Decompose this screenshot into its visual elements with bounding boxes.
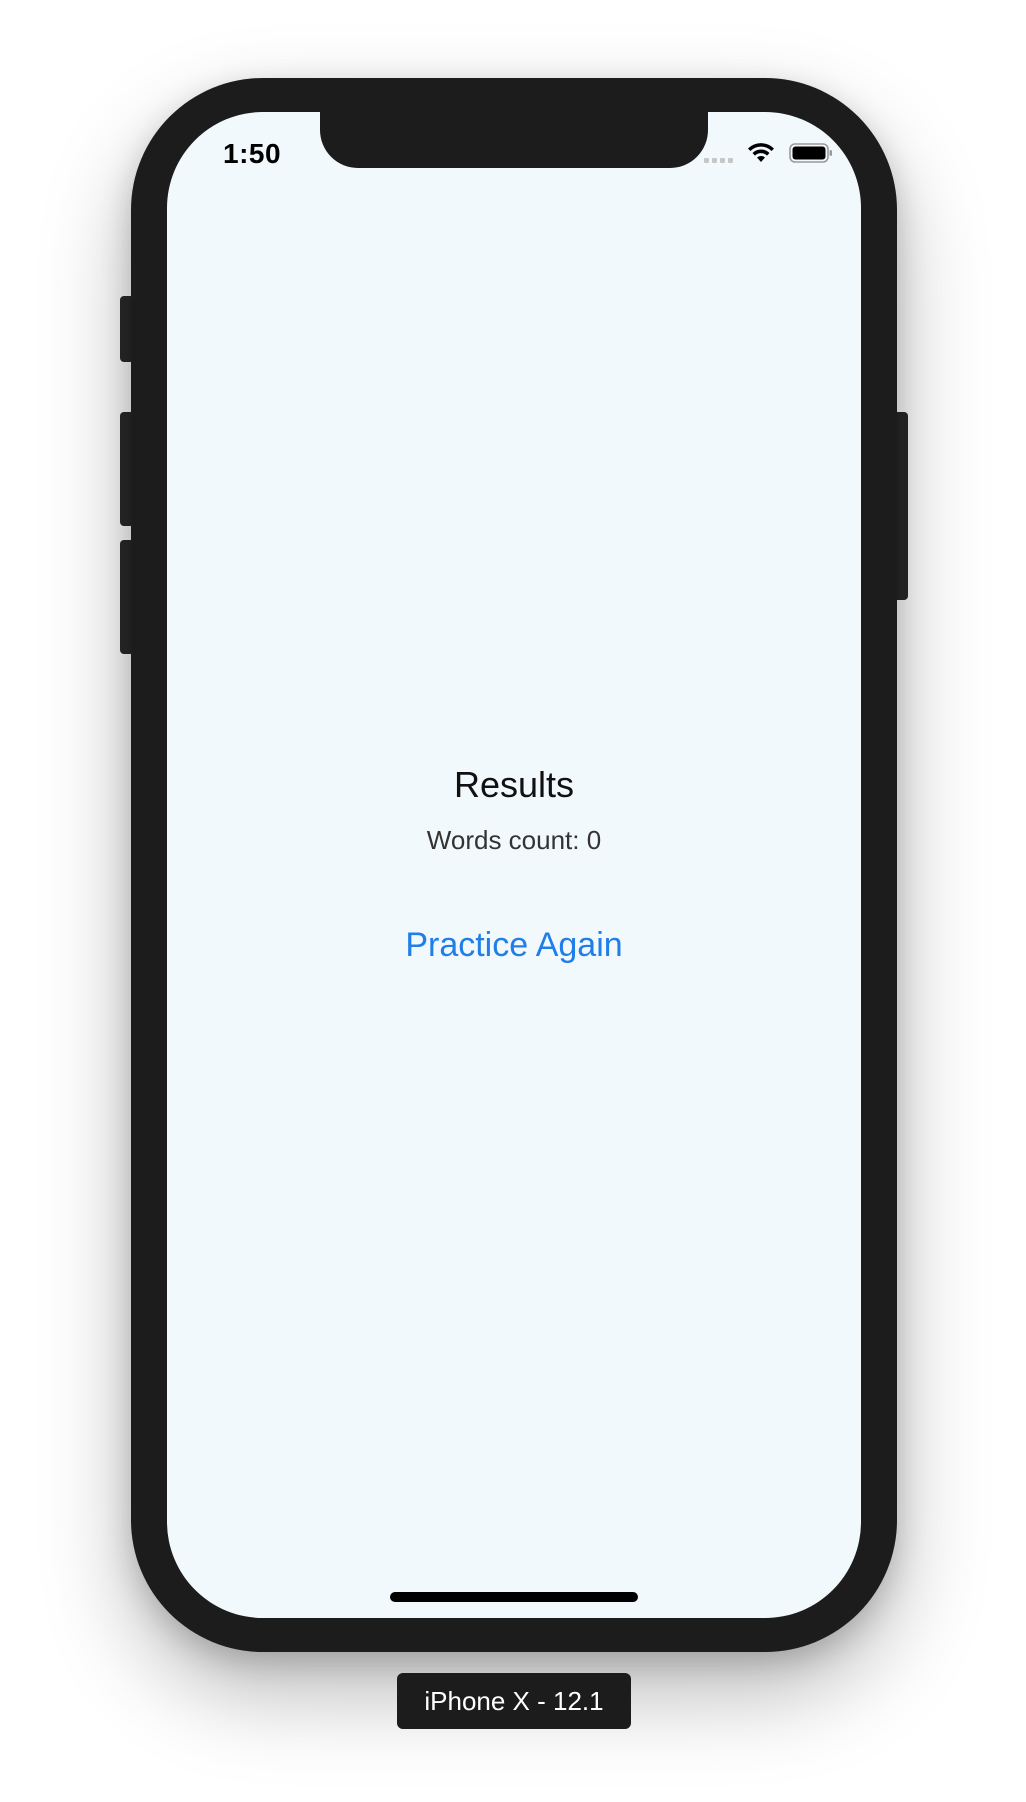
home-indicator[interactable] bbox=[390, 1592, 638, 1602]
words-count-label: Words count: 0 bbox=[426, 825, 602, 855]
device-label: iPhone X - 12.1 bbox=[397, 1673, 631, 1729]
simulator-stage: 1:50 Results Words count: 0 Practice Aga… bbox=[0, 0, 1026, 1802]
practice-again-button[interactable]: Practice Again bbox=[364, 920, 664, 970]
results-view: Results Words count: 0 Practice Again bbox=[167, 112, 861, 1618]
device-screen: 1:50 Results Words count: 0 Practice Aga… bbox=[167, 112, 861, 1618]
results-title: Results bbox=[453, 764, 575, 805]
